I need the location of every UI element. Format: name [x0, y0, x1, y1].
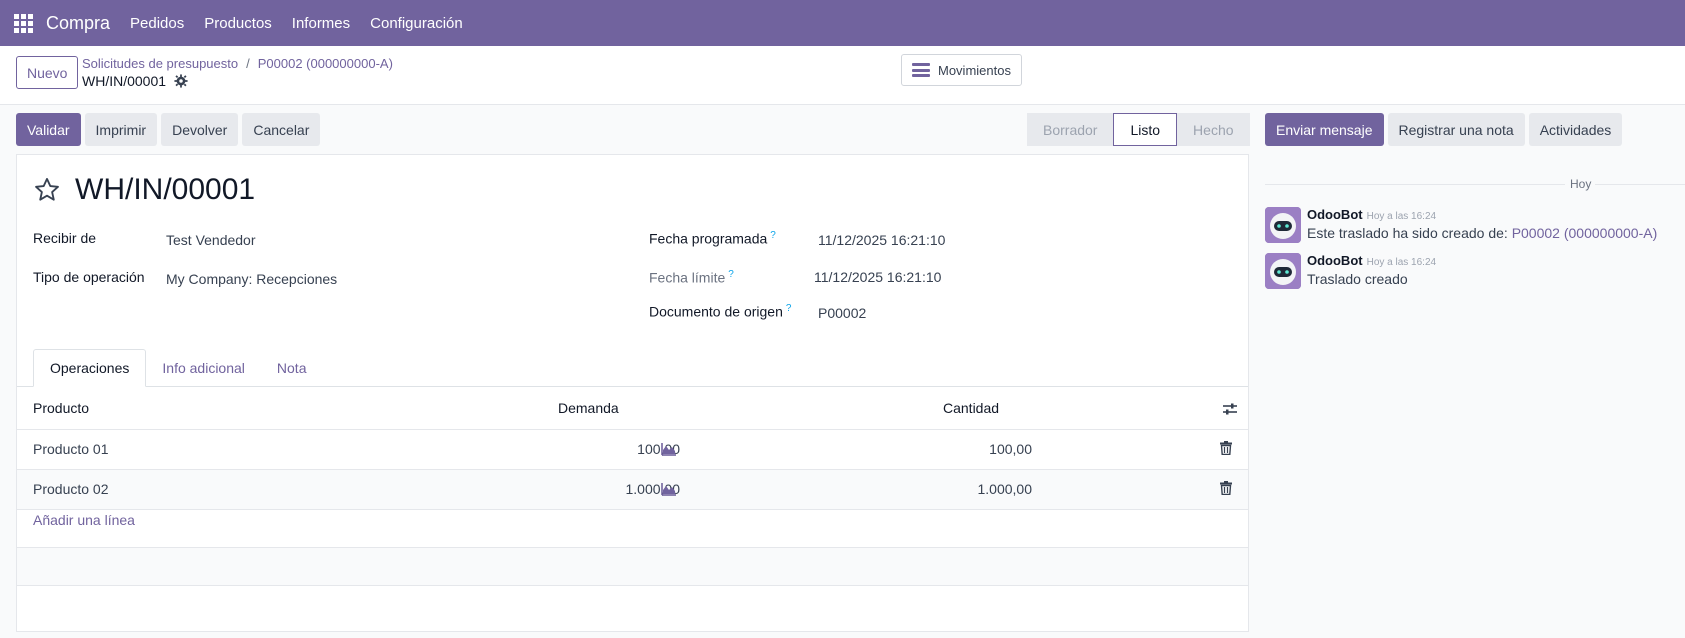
chatter-message: OdooBot Hoy a las 16:24 Traslado creado: [1265, 253, 1685, 291]
date-label: Hoy: [1570, 177, 1592, 191]
send-message-button[interactable]: Enviar mensaje: [1265, 113, 1384, 146]
moves-label: Movimientos: [938, 62, 1011, 78]
table-header: Producto Demanda Cantidad: [17, 387, 1248, 429]
control-panel: Nuevo Solicitudes de presupuesto / P0000…: [0, 46, 1685, 105]
top-navbar: Compra Pedidos Productos Informes Config…: [0, 0, 1685, 46]
menu-configuracion[interactable]: Configuración: [370, 15, 463, 32]
author-name[interactable]: OdooBot: [1307, 207, 1363, 222]
author-name[interactable]: OdooBot: [1307, 253, 1363, 268]
menu-productos[interactable]: Productos: [204, 15, 272, 32]
quantity-cell[interactable]: 1.000,00: [978, 481, 1033, 497]
deadline-label: Fecha límite?: [649, 269, 734, 286]
product-cell[interactable]: Producto 01: [33, 441, 109, 457]
origin-field[interactable]: P00002: [818, 305, 866, 321]
activities-button[interactable]: Actividades: [1528, 113, 1623, 146]
current-record-name: WH/IN/00001: [82, 73, 167, 89]
message-text: Este traslado ha sido creado de:: [1307, 225, 1512, 241]
list-icon: [912, 63, 930, 77]
menu-pedidos[interactable]: Pedidos: [130, 15, 184, 32]
product-cell[interactable]: Producto 02: [33, 481, 109, 497]
tab-operations[interactable]: Operaciones: [33, 349, 147, 387]
separator-line: [1265, 184, 1565, 185]
star-icon[interactable]: [33, 176, 61, 204]
moves-smart-button[interactable]: Movimientos: [901, 54, 1022, 86]
empty-row: [17, 585, 1248, 623]
area-chart-icon[interactable]: [661, 442, 677, 456]
stage-ready[interactable]: Listo: [1113, 113, 1178, 146]
log-note-button[interactable]: Registrar una nota: [1387, 113, 1525, 146]
scheduled-date-label-text: Fecha programada: [649, 230, 768, 247]
breadcrumb-po[interactable]: P00002 (000000000-A): [258, 56, 393, 71]
menu-informes[interactable]: Informes: [292, 15, 350, 32]
scheduled-date-label: Fecha programada?: [649, 230, 776, 247]
app-brand[interactable]: Compra: [46, 13, 110, 34]
gear-icon[interactable]: [174, 74, 188, 88]
avatar[interactable]: [1265, 207, 1301, 243]
add-line-row: [17, 509, 1248, 547]
scheduled-date-field[interactable]: 11/12/2025 16:21:10: [818, 232, 945, 248]
date-separator: Hoy: [1265, 177, 1685, 191]
help-icon[interactable]: ?: [786, 303, 792, 314]
column-product[interactable]: Producto: [33, 400, 89, 416]
deadline-field[interactable]: 11/12/2025 16:21:10: [814, 269, 941, 285]
robot-avatar-icon: [1265, 207, 1301, 243]
return-button[interactable]: Devolver: [161, 113, 239, 146]
message-body: Este traslado ha sido creado de: P00002 …: [1307, 225, 1657, 241]
record-title-row: WH/IN/00001: [33, 173, 255, 207]
breadcrumb-separator: /: [246, 56, 250, 71]
message-author: OdooBot Hoy a las 16:24: [1307, 207, 1436, 222]
source-document-link[interactable]: P00002 (000000000-A): [1512, 225, 1658, 241]
trash-icon[interactable]: [1220, 441, 1232, 455]
record-name: WH/IN/00001: [75, 173, 256, 206]
origin-label-text: Documento de origen: [649, 303, 783, 320]
column-quantity[interactable]: Cantidad: [943, 400, 999, 416]
origin-label: Documento de origen?: [649, 303, 791, 320]
empty-row: [17, 547, 1248, 585]
validate-button[interactable]: Validar: [16, 113, 81, 146]
trash-icon[interactable]: [1220, 481, 1232, 495]
message-author: OdooBot Hoy a las 16:24: [1307, 253, 1436, 268]
operation-type-field[interactable]: My Company: Recepciones: [166, 271, 337, 287]
breadcrumb-rfq[interactable]: Solicitudes de presupuesto: [82, 56, 238, 71]
form-sheet: WH/IN/00001 Recibir de Test Vendedor Tip…: [16, 154, 1249, 632]
status-bar: Borrador Listo Hecho: [1027, 113, 1250, 146]
tab-additional-info[interactable]: Info adicional: [146, 349, 261, 387]
breadcrumb: Solicitudes de presupuesto / P00002 (000…: [82, 56, 393, 71]
deadline-label-text: Fecha límite: [649, 269, 726, 286]
breadcrumb-current: WH/IN/00001: [82, 73, 188, 89]
action-bar: Validar Imprimir Devolver Cancelar: [16, 113, 321, 146]
help-icon[interactable]: ?: [770, 230, 776, 241]
area-chart-icon[interactable]: [661, 482, 677, 496]
chatter-toolbar: Enviar mensaje Registrar una nota Activi…: [1265, 113, 1623, 146]
message-time: Hoy a las 16:24: [1366, 211, 1437, 222]
add-line-link[interactable]: Añadir una línea: [33, 512, 135, 528]
apps-menu-button[interactable]: [0, 0, 46, 46]
partner-field[interactable]: Test Vendedor: [166, 232, 256, 248]
table-row[interactable]: Producto 02 1.000,00 1.000,00: [17, 469, 1248, 509]
table-row[interactable]: Producto 01 100,00 100,00: [17, 429, 1248, 469]
print-button[interactable]: Imprimir: [84, 113, 158, 146]
quantity-cell[interactable]: 100,00: [989, 441, 1032, 457]
notebook-tabs: Operaciones Info adicional Nota: [33, 349, 322, 387]
cancel-button[interactable]: Cancelar: [242, 113, 321, 146]
column-demand[interactable]: Demanda: [558, 400, 619, 416]
robot-avatar-icon: [1265, 253, 1301, 289]
help-icon[interactable]: ?: [728, 269, 734, 280]
separator-line: [1595, 184, 1685, 185]
stage-done[interactable]: Hecho: [1177, 113, 1249, 146]
chatter-message: OdooBot Hoy a las 16:24 Este traslado ha …: [1265, 207, 1685, 245]
avatar[interactable]: [1265, 253, 1301, 289]
message-text: Traslado creado: [1307, 271, 1408, 287]
message-time: Hoy a las 16:24: [1366, 257, 1437, 268]
tab-note[interactable]: Nota: [261, 349, 323, 387]
operation-type-label: Tipo de operación: [33, 269, 145, 285]
message-body: Traslado creado: [1307, 271, 1408, 287]
new-button[interactable]: Nuevo: [16, 56, 79, 89]
partner-label: Recibir de: [33, 230, 97, 246]
stage-draft[interactable]: Borrador: [1027, 113, 1113, 146]
optional-columns-icon[interactable]: [1222, 401, 1238, 417]
apps-grid-icon: [13, 13, 33, 33]
